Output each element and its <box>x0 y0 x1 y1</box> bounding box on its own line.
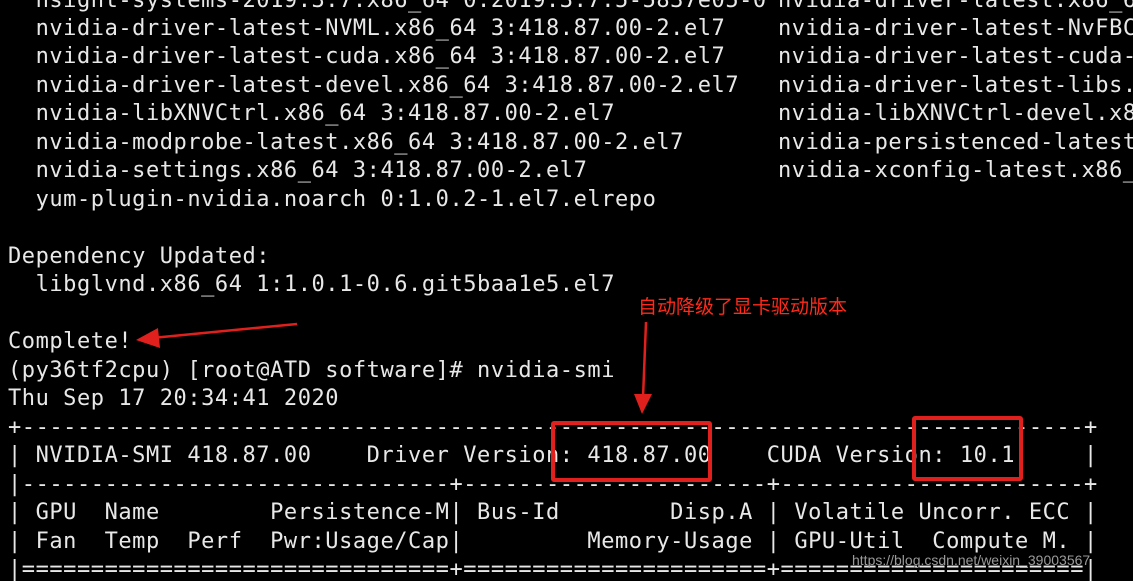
watermark: https://blog.csdn.net/weixin_39003567 <box>852 552 1091 568</box>
driver-arrow-head <box>634 394 652 414</box>
complete-arrow-shaft <box>151 322 298 340</box>
complete-arrow-head <box>136 328 160 348</box>
driver-arrow-shaft <box>641 321 648 399</box>
annotation-arrows <box>136 321 652 414</box>
